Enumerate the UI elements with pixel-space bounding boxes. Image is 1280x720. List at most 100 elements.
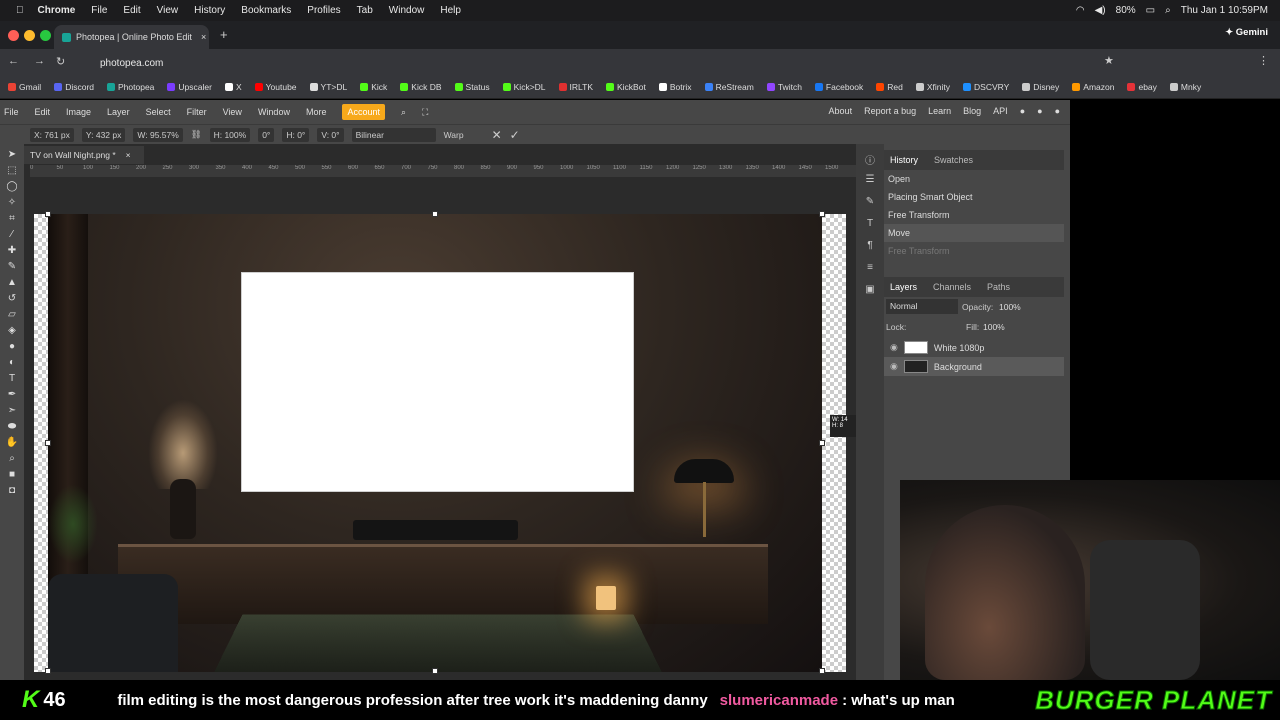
link-learn[interactable]: Learn — [928, 106, 951, 116]
chrome-menu-icon[interactable]: ⋮ — [1258, 54, 1269, 67]
brush-settings-icon[interactable]: ✎ — [863, 196, 877, 208]
forward-icon[interactable]: → — [34, 55, 45, 67]
zoom-tool-icon[interactable]: ⌕ — [5, 454, 19, 464]
x-field[interactable]: X: 761 px — [30, 128, 74, 142]
bookmark-disney[interactable]: Disney — [1022, 82, 1059, 92]
stamp-tool-icon[interactable]: ▲ — [5, 278, 19, 288]
reload-icon[interactable]: ↻ — [56, 55, 65, 68]
menu-edit[interactable]: Edit — [123, 5, 140, 16]
crop-tool-icon[interactable]: ⌗ — [5, 214, 19, 224]
menu-view[interactable]: View — [157, 5, 179, 16]
type-tool-icon[interactable]: T — [5, 374, 19, 384]
bookmark-ebay[interactable]: ebay — [1127, 82, 1156, 92]
link-icon[interactable]: ⛓ — [191, 129, 202, 140]
visibility-eye-icon[interactable]: ◉ — [890, 342, 898, 353]
menu-tab[interactable]: Tab — [357, 5, 373, 16]
pp-menu-image[interactable]: Image — [66, 107, 91, 117]
history-item-current[interactable]: Move — [884, 224, 1064, 242]
bookmark-kickbot[interactable]: KickBot — [606, 82, 646, 92]
facebook-icon[interactable]: ● — [1055, 106, 1060, 116]
menu-bookmarks[interactable]: Bookmarks — [241, 5, 291, 16]
eyedropper-icon[interactable]: ⁄ — [5, 230, 19, 240]
move-tool-icon[interactable]: ➤ — [5, 150, 19, 160]
pp-menu-view[interactable]: View — [223, 107, 242, 117]
visibility-eye-icon[interactable]: ◉ — [890, 361, 898, 372]
pp-menu-filter[interactable]: Filter — [187, 107, 207, 117]
bookmark-botrix[interactable]: Botrix — [659, 82, 692, 92]
battery-percent[interactable]: 80% — [1116, 5, 1136, 16]
vskew-field[interactable]: V: 0° — [317, 128, 343, 142]
angle-field[interactable]: 0° — [258, 128, 274, 142]
gemini-button[interactable]: ✦ Gemini — [1225, 27, 1268, 38]
transform-handle-tl[interactable] — [45, 211, 51, 217]
white-1080p-layer[interactable] — [241, 272, 634, 492]
menu-app-name[interactable]: Chrome — [38, 5, 76, 16]
bookmark-kick-db[interactable]: Kick DB — [400, 82, 441, 92]
battery-icon[interactable]: ▭ — [1146, 5, 1155, 16]
css-icon[interactable]: ≡ — [863, 262, 877, 274]
account-button[interactable]: Account — [342, 104, 385, 120]
path-select-icon[interactable]: ➣ — [5, 406, 19, 416]
bookmark-discord[interactable]: Discord — [54, 82, 94, 92]
close-window-button[interactable] — [8, 30, 19, 41]
bookmark-star-icon[interactable]: ★ — [1104, 54, 1114, 67]
browser-tab-photopea[interactable]: Photopea | Online Photo Edit × — [54, 25, 209, 49]
document-close-icon[interactable]: × — [126, 150, 131, 160]
fullscreen-icon[interactable]: ⛶ — [422, 107, 428, 118]
bookmark-mnky[interactable]: Mnky — [1170, 82, 1201, 92]
height-field[interactable]: H: 100% — [210, 128, 251, 142]
menu-profiles[interactable]: Profiles — [307, 5, 340, 16]
bookmark-upscaler[interactable]: Upscaler — [167, 82, 212, 92]
blend-mode-select[interactable]: Normal — [886, 299, 958, 314]
blur-tool-icon[interactable]: ● — [5, 342, 19, 352]
hand-tool-icon[interactable]: ✋ — [5, 438, 19, 448]
wifi-icon[interactable]: ◠ — [1076, 5, 1085, 16]
transform-handle-br[interactable] — [819, 668, 825, 674]
tab-paths[interactable]: Paths — [987, 282, 1010, 292]
healing-tool-icon[interactable]: ✚ — [5, 246, 19, 256]
pp-menu-layer[interactable]: Layer — [107, 107, 130, 117]
properties-icon[interactable]: ☰ — [863, 174, 877, 186]
volume-icon[interactable]: ◀) — [1095, 5, 1106, 16]
character-icon[interactable]: T — [863, 218, 877, 230]
hskew-field[interactable]: H: 0° — [282, 128, 309, 142]
pp-menu-file[interactable]: File — [4, 107, 19, 117]
bookmark-kick-dl[interactable]: Kick>DL — [503, 82, 546, 92]
bookmark-facebook[interactable]: Facebook — [815, 82, 863, 92]
lasso-tool-icon[interactable]: ◯ — [5, 182, 19, 192]
pp-menu-window[interactable]: Window — [258, 107, 290, 117]
transform-handle-tr[interactable] — [819, 211, 825, 217]
transform-handle-right[interactable] — [819, 440, 825, 446]
history-brush-icon[interactable]: ↺ — [5, 294, 19, 304]
marquee-tool-icon[interactable]: ⬚ — [5, 166, 19, 176]
commit-transform-icon[interactable]: ✓ — [510, 128, 520, 142]
paragraph-icon[interactable]: ¶ — [863, 240, 877, 252]
layer-row[interactable]: ◉ White 1080p — [884, 338, 1064, 357]
address-bar[interactable]: photopea.com — [80, 53, 1080, 73]
history-item[interactable]: Free Transform — [884, 206, 1064, 224]
fill-field[interactable]: 100% — [983, 322, 1005, 332]
tab-swatches[interactable]: Swatches — [934, 155, 973, 165]
bucket-tool-icon[interactable]: ◈ — [5, 326, 19, 336]
quick-mask-icon[interactable]: ◘ — [5, 486, 19, 496]
link-report-bug[interactable]: Report a bug — [864, 106, 916, 116]
info-icon[interactable]: ⓘ — [863, 152, 877, 164]
warp-button[interactable]: Warp — [444, 130, 464, 140]
bookmark-youtube[interactable]: Youtube — [255, 82, 297, 92]
cancel-transform-icon[interactable]: ✕ — [492, 128, 502, 142]
link-api[interactable]: API — [993, 106, 1008, 116]
bookmark-x[interactable]: X — [225, 82, 242, 92]
clock[interactable]: Thu Jan 1 10:59PM — [1181, 5, 1268, 16]
pen-tool-icon[interactable]: ✒ — [5, 390, 19, 400]
bookmark-twitch[interactable]: Twitch — [767, 82, 802, 92]
tab-history[interactable]: History — [890, 155, 918, 165]
minimize-window-button[interactable] — [24, 30, 35, 41]
menu-file[interactable]: File — [91, 5, 107, 16]
link-blog[interactable]: Blog — [963, 106, 981, 116]
link-about[interactable]: About — [829, 106, 853, 116]
image-icon[interactable]: ▣ — [863, 284, 877, 296]
shape-tool-icon[interactable]: ⬬ — [5, 422, 19, 432]
menu-history[interactable]: History — [194, 5, 225, 16]
pp-menu-more[interactable]: More — [306, 107, 327, 117]
y-field[interactable]: Y: 432 px — [82, 128, 125, 142]
